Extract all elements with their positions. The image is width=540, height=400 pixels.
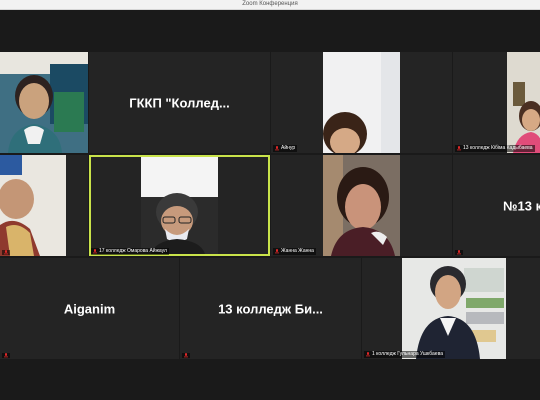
- participant-label-text: Жанна Жанна: [281, 248, 314, 254]
- participant-name: ГККП "Коллед...: [129, 95, 230, 110]
- participant-video-11: [402, 258, 506, 359]
- participant-label: Айнур: [273, 145, 298, 152]
- participant-label-text: 17 колледж Омарова Айжаул: [99, 248, 167, 254]
- mic-muted-icon: [366, 352, 370, 357]
- mic-muted-icon: [457, 250, 461, 255]
- video-tile-8[interactable]: №13 ко: [453, 155, 540, 256]
- video-tile-1[interactable]: [0, 52, 88, 153]
- participant-video-6: [141, 157, 218, 254]
- participant-video-4: [507, 52, 540, 153]
- video-tile-5[interactable]: [0, 155, 88, 256]
- video-tile-2[interactable]: ГККП "Коллед...: [89, 52, 270, 153]
- video-tile-11[interactable]: 1 колледж Гульнара Ушкбаева: [362, 258, 540, 359]
- video-tile-4[interactable]: 13 колледж Кібіма Кадыбаева: [453, 52, 540, 153]
- video-tile-9[interactable]: Aiganim: [0, 258, 179, 359]
- participant-video-7: [323, 155, 400, 256]
- mic-muted-icon: [275, 249, 279, 254]
- participant-label: 17 колледж Омарова Айжаул: [91, 248, 169, 255]
- participant-label-text: Айнур: [281, 145, 296, 151]
- participant-label: [2, 353, 10, 358]
- participant-label-text: 13 колледж Кібіма Кадыбаева: [463, 145, 533, 151]
- participant-label: [2, 250, 10, 255]
- participant-label: 1 колледж Гульнара Ушкбаева: [364, 351, 445, 358]
- bottom-toolbar: [0, 360, 540, 400]
- window-title: Zoom Конференция: [242, 1, 298, 7]
- participant-label: Жанна Жанна: [273, 248, 316, 255]
- video-tile-3[interactable]: Айнур: [271, 52, 452, 153]
- mic-muted-icon: [4, 353, 8, 358]
- mic-muted-icon: [4, 250, 8, 255]
- participant-label: [455, 250, 463, 255]
- participant-name: 13 колледж Би...: [218, 301, 323, 316]
- participant-label-text: 1 колледж Гульнара Ушкбаева: [372, 351, 443, 357]
- participant-label: 13 колледж Кібіма Кадыбаева: [455, 145, 535, 152]
- mic-muted-icon: [184, 353, 188, 358]
- participant-name: №13 ко: [503, 198, 540, 213]
- mic-muted-icon: [275, 146, 279, 151]
- video-tile-7[interactable]: Жанна Жанна: [271, 155, 452, 256]
- participant-video-1: [0, 52, 88, 153]
- top-toolbar: [0, 10, 540, 52]
- participant-label: [182, 353, 190, 358]
- mic-muted-icon: [93, 249, 97, 254]
- participant-video-3: [323, 52, 400, 153]
- video-tile-10[interactable]: 13 колледж Би...: [180, 258, 361, 359]
- mic-muted-icon: [457, 146, 461, 151]
- participant-video-5: [0, 155, 66, 256]
- title-bar: Zoom Конференция: [0, 0, 540, 10]
- video-tile-6[interactable]: 17 колледж Омарова Айжаул: [89, 155, 270, 256]
- participant-name: Aiganim: [63, 301, 116, 316]
